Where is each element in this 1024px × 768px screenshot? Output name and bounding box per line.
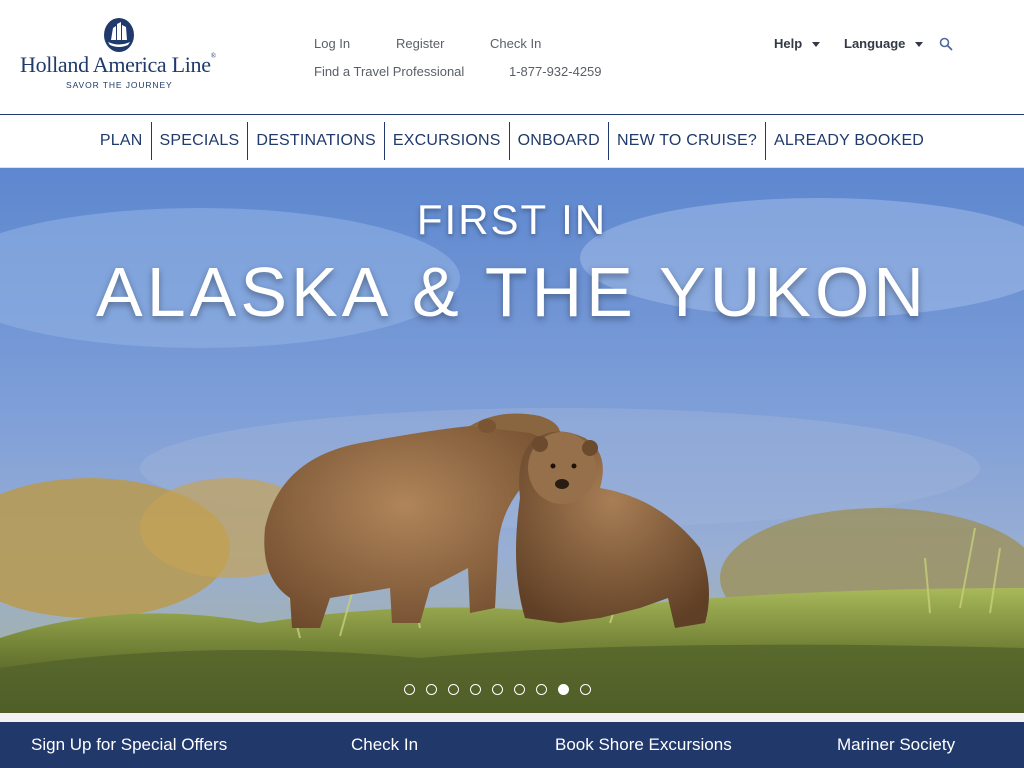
carousel-dot[interactable] (470, 684, 481, 695)
nav-already-booked[interactable]: ALREADY BOOKED (766, 122, 932, 160)
help-label: Help (774, 36, 803, 51)
nav-onboard[interactable]: ONBOARD (510, 122, 608, 160)
sign-up-special-offers-link[interactable]: Sign Up for Special Offers (31, 735, 227, 755)
site-header: Holland America Line® SAVOR THE JOURNEY … (0, 0, 1024, 115)
ship-emblem-icon (104, 18, 134, 52)
carousel-dot[interactable] (514, 684, 525, 695)
nav-destinations[interactable]: DESTINATIONS (248, 122, 383, 160)
logo[interactable]: Holland America Line® SAVOR THE JOURNEY (18, 14, 228, 94)
chevron-down-icon (812, 42, 821, 48)
nav-excursions[interactable]: EXCURSIONS (385, 122, 509, 160)
carousel-dot[interactable] (426, 684, 437, 695)
nav-plan[interactable]: PLAN (92, 122, 151, 160)
book-shore-excursions-link[interactable]: Book Shore Excursions (555, 735, 732, 755)
mariner-society-link[interactable]: Mariner Society (837, 735, 955, 755)
carousel-dots (404, 684, 591, 695)
search-icon[interactable] (938, 36, 954, 52)
quick-links-bar: Sign Up for Special Offers Check In Book… (0, 722, 1024, 768)
carousel-dot[interactable] (536, 684, 547, 695)
phone-link[interactable]: 1-877-932-4259 (509, 64, 602, 79)
nav-specials[interactable]: SPECIALS (152, 122, 248, 160)
footer-check-in-link[interactable]: Check In (351, 735, 418, 755)
carousel-dot-active[interactable] (558, 684, 569, 695)
carousel-dot[interactable] (448, 684, 459, 695)
login-link[interactable]: Log In (314, 36, 350, 51)
help-dropdown[interactable]: Help (774, 36, 821, 51)
check-in-link[interactable]: Check In (490, 36, 541, 51)
carousel-dot[interactable] (492, 684, 503, 695)
carousel-dot[interactable] (580, 684, 591, 695)
hero-image-bears (0, 168, 1024, 713)
find-travel-professional-link[interactable]: Find a Travel Professional (314, 64, 464, 79)
hero-title: ALASKA & THE YUKON (96, 253, 928, 331)
section-divider (0, 713, 1024, 722)
language-dropdown[interactable]: Language (844, 36, 924, 51)
hero-carousel[interactable]: FIRST IN ALASKA & THE YUKON (0, 168, 1024, 713)
language-label: Language (844, 36, 906, 51)
register-link[interactable]: Register (396, 36, 444, 51)
chevron-down-icon (915, 42, 924, 48)
brand-name: Holland America Line® (20, 52, 216, 77)
main-nav: PLAN SPECIALS DESTINATIONS EXCURSIONS ON… (0, 115, 1024, 168)
nav-new-to-cruise[interactable]: NEW TO CRUISE? (609, 122, 765, 160)
brand-tagline: SAVOR THE JOURNEY (66, 80, 173, 90)
carousel-dot[interactable] (404, 684, 415, 695)
hero-eyebrow: FIRST IN (416, 196, 608, 243)
